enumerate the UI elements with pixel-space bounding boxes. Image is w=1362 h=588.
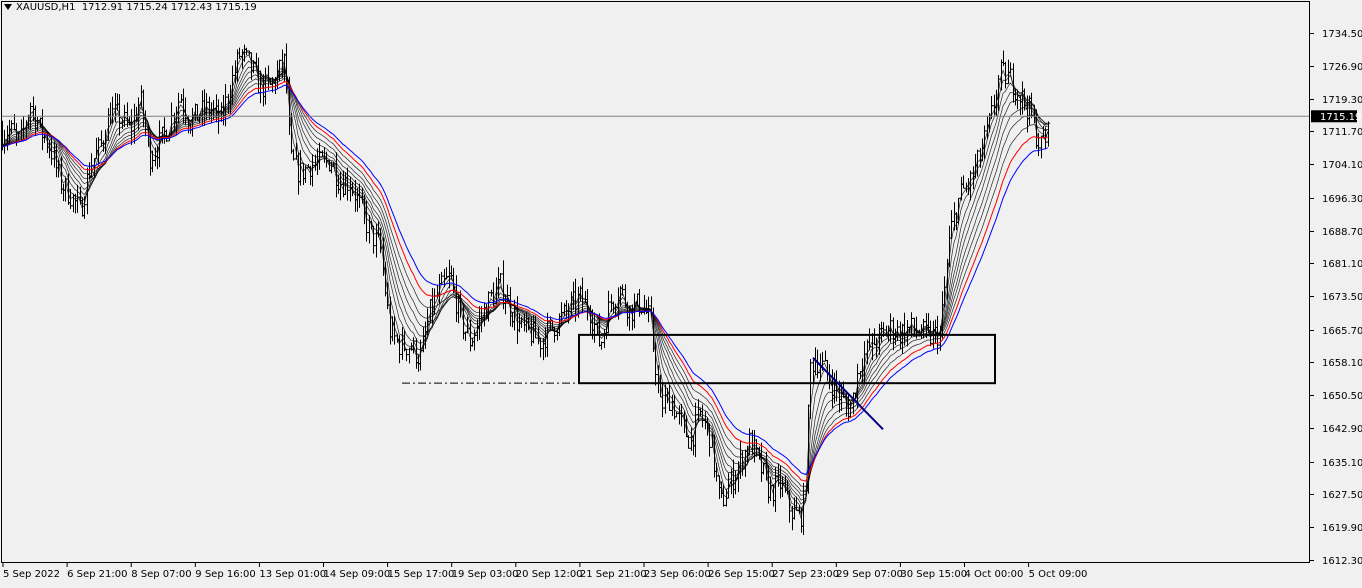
ema-line	[1, 51, 1049, 519]
y-tick-label: 1711.70	[1322, 127, 1362, 138]
ohlc-values: 1712.91 1715.24 1712.43 1715.19	[81, 2, 257, 13]
chart-header[interactable]: XAUUSD,H1 1712.91 1715.24 1712.43 1715.1…	[4, 2, 257, 13]
y-tick-label: 1658.10	[1322, 358, 1362, 369]
x-tick-label: 5 Sep 2022	[3, 569, 60, 580]
ema-line	[1, 60, 1049, 510]
support-zone-rectangle	[578, 333, 996, 385]
y-tick-label: 1681.10	[1322, 259, 1362, 270]
price-axis: 1734.50 1726.90 1719.30 1711.70 1704.10 1696.…	[1310, 29, 1362, 567]
y-tick-label: 1650.50	[1322, 391, 1362, 402]
x-tick-label: 26 Sep 15:00	[708, 569, 775, 580]
x-tick-label: 8 Sep 07:00	[131, 569, 191, 580]
ema-line	[1, 66, 1048, 505]
time-axis: 5 Sep 2022 6 Sep 21:00 8 Sep 07:00 9 Sep 16…	[2, 563, 1088, 580]
x-tick-label: 19 Sep 03:00	[452, 569, 519, 580]
y-tick-label: 1696.30	[1322, 194, 1362, 205]
x-tick-label: 9 Sep 16:00	[195, 569, 255, 580]
x-tick-label: 21 Sep 21:00	[580, 569, 647, 580]
y-tick-label: 1688.70	[1322, 227, 1362, 238]
dropdown-triangle-icon[interactable]	[4, 4, 12, 10]
y-tick-label: 1642.90	[1322, 424, 1362, 435]
x-tick-label: 14 Sep 09:00	[324, 569, 391, 580]
x-tick-label: 6 Sep 21:00	[67, 569, 127, 580]
y-tick-label: 1726.90	[1322, 62, 1362, 73]
y-tick-label: 1719.30	[1322, 95, 1362, 106]
x-tick-label: 4 Oct 00:00	[965, 569, 1024, 580]
x-tick-label: 20 Sep 12:00	[516, 569, 583, 580]
y-tick-label: 1635.10	[1322, 458, 1362, 469]
symbol-timeframe: XAUUSD,H1	[16, 2, 76, 13]
plot-frame	[1, 1, 1310, 563]
y-tick-label: 1619.90	[1322, 523, 1362, 534]
ema-line	[1, 69, 1048, 501]
x-tick-label: 5 Oct 09:00	[1029, 569, 1088, 580]
price-badge-label: 1715.19	[1320, 112, 1361, 123]
current-price-badge: 1715.19	[1311, 110, 1361, 123]
chart-canvas[interactable]: 1734.50 1726.90 1719.30 1711.70 1704.10 1696.…	[0, 0, 1362, 584]
x-tick-label: 27 Sep 23:00	[772, 569, 839, 580]
y-tick-label: 1612.30	[1322, 556, 1362, 567]
y-tick-label: 1665.70	[1322, 326, 1362, 337]
ema-ribbon	[1, 51, 1049, 519]
price-bars	[1, 43, 1050, 535]
y-tick-label: 1627.50	[1322, 490, 1362, 501]
x-tick-label: 30 Sep 15:00	[900, 569, 967, 580]
y-tick-label: 1734.50	[1322, 29, 1362, 40]
ema-line	[1, 54, 1049, 516]
y-tick-label: 1704.10	[1322, 160, 1362, 171]
x-tick-label: 23 Sep 06:00	[644, 569, 711, 580]
x-tick-label: 29 Sep 07:00	[836, 569, 903, 580]
x-tick-label: 15 Sep 17:00	[388, 569, 455, 580]
ema-red-line	[1, 81, 1048, 482]
price-chart[interactable]: 1734.50 1726.90 1719.30 1711.70 1704.10 1696.…	[0, 0, 1362, 584]
x-tick-label: 13 Sep 01:00	[259, 569, 326, 580]
y-tick-label: 1673.50	[1322, 292, 1362, 303]
